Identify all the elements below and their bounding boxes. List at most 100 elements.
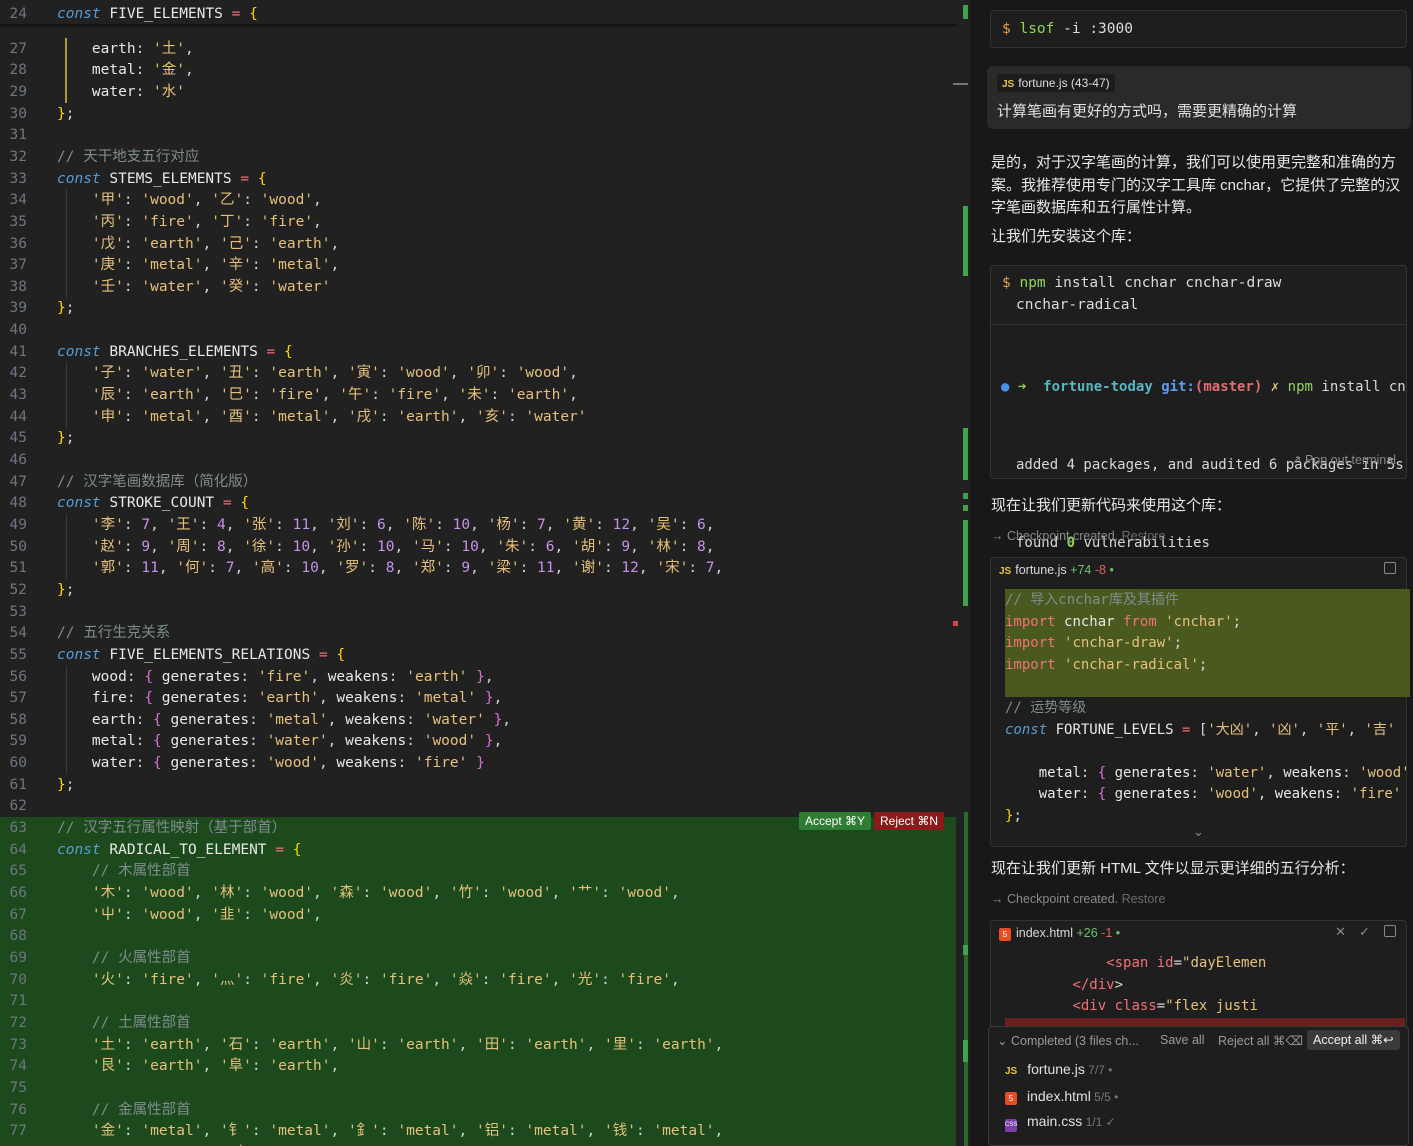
code-line-added[interactable]: 68 (0, 925, 956, 948)
code-line[interactable]: 28 metal: '金', (0, 59, 956, 82)
code-line[interactable]: 52}; (0, 579, 956, 601)
code-line[interactable]: 50 '赵': 9, '周': 8, '徐': 10, '孙': 10, '马'… (0, 535, 956, 558)
code-line[interactable]: 24 const FIVE_ELEMENTS = { (0, 3, 956, 25)
code-line[interactable]: 60 water: { generates: 'wood', weakens: … (0, 752, 956, 775)
diff-removed-count: -1 (1101, 926, 1113, 940)
code-line-added[interactable]: 74 '艮': 'earth', '阜': 'earth', (0, 1055, 956, 1078)
line-number: 44 (9, 408, 27, 425)
changed-files-list: JS fortune.js 7/7 • 5 index.html 5/5 • CSS ma… (1005, 1057, 1118, 1134)
code-editor[interactable]: 24 const FIVE_ELEMENTS = {27 earth: '土', 2… (0, 0, 970, 1146)
line-number: 33 (9, 170, 27, 187)
code-line[interactable]: 37 '庚': 'metal', '辛': 'metal', (0, 254, 956, 277)
line-number: 46 (9, 452, 27, 468)
completed-summary[interactable]: ⌄ Completed (3 files ch... (997, 1033, 1139, 1048)
code-text: const BRANCHES_ELEMENTS = { (57, 343, 293, 360)
code-line-added[interactable]: 65 // 木属性部首 (0, 860, 956, 883)
reject-change-button[interactable]: Reject ⌘N (874, 812, 945, 830)
diff-header: JS fortune.js +74 -8 • (999, 563, 1114, 577)
gutter-change-marker (963, 1040, 968, 1062)
code-line[interactable]: 56 wood: { generates: 'fire', weakens: '… (0, 665, 956, 688)
code-line[interactable]: 58 earth: { generates: 'metal', weakens:… (0, 708, 956, 731)
reject-all-button[interactable]: Reject all ⌘⌫ (1218, 1033, 1303, 1048)
changed-file-item[interactable]: 5 index.html 5/5 • (1005, 1084, 1118, 1109)
diff-added-count: +26 (1076, 926, 1098, 940)
code-line[interactable]: 34 '甲': 'wood', '乙': 'wood', (0, 189, 956, 212)
code-line[interactable]: 38 '壬': 'water', '癸': 'water' (0, 275, 956, 298)
code-line-added[interactable]: 69 // 火属性部首 (0, 946, 956, 969)
install-command-block[interactable]: $ npm install cnchar cnchar-draw cnchar-… (990, 265, 1407, 617)
code-line[interactable]: 59 metal: { generates: 'water', weakens:… (0, 730, 956, 753)
code-line[interactable]: 31 (0, 124, 956, 146)
code-line[interactable]: 27 earth: '土', (0, 37, 956, 60)
accept-all-button[interactable]: Accept all ⌘↩ (1307, 1030, 1400, 1050)
completed-changes-panel[interactable]: ⌄ Completed (3 files ch... Save all Reje… (988, 1026, 1409, 1146)
code-line[interactable]: 44 '申': 'metal', '酉': 'metal', '戌': 'ear… (0, 405, 956, 428)
code-line[interactable]: 46 (0, 449, 956, 471)
code-line[interactable]: 30}; (0, 103, 956, 125)
code-line-added[interactable]: 66 '木': 'wood', '林': 'wood', '森': 'wood'… (0, 882, 956, 904)
user-message[interactable]: JS fortune.js (43-47) 计算笔画有更好的方式吗，需要更精确的计… (987, 66, 1411, 129)
diff-block-index-html[interactable]: 5 index.html +26 -1 • ✕ ✓ <span id="dayEl… (990, 920, 1407, 1030)
code-line[interactable]: 33 const STEMS_ELEMENTS = { (0, 168, 956, 190)
code-line[interactable]: 40 (0, 319, 956, 341)
code-line[interactable]: 61}; (0, 774, 956, 796)
code-line[interactable]: 55 const FIVE_ELEMENTS_RELATIONS = { (0, 644, 956, 666)
line-number: 30 (9, 105, 27, 122)
line-number: 40 (9, 322, 27, 339)
command-name: lsof (1019, 21, 1055, 37)
save-all-button[interactable]: Save all (1160, 1033, 1204, 1047)
code-line-added[interactable]: 64 const RADICAL_TO_ELEMENT = { (0, 838, 956, 861)
code-line-added[interactable]: 73 '土': 'earth', '石': 'earth', '山': 'ear… (0, 1033, 956, 1056)
code-line-added[interactable]: 67 '屮': 'wood', '韭': 'wood', (0, 903, 956, 926)
line-number: 32 (9, 148, 27, 165)
code-line[interactable]: 51 '郭': 11, '何': 7, '高': 10, '罗': 8, '郑'… (0, 557, 956, 580)
changed-file-item[interactable]: JS fortune.js 7/7 • (1005, 1057, 1118, 1084)
code-line[interactable]: 45}; (0, 427, 956, 449)
accept-change-button[interactable]: Accept ⌘Y (799, 812, 872, 830)
code-line-added[interactable]: 77 '金': 'metal', '钅': 'metal', '釒': 'met… (0, 1120, 956, 1143)
code-line-added[interactable]: 75 (0, 1076, 956, 1099)
terminal-command-block[interactable]: $ lsof -i :3000 (990, 10, 1407, 48)
code-line[interactable]: 47 // 汉字笔画数据库（简化版） (0, 471, 956, 493)
code-line-added[interactable]: 70 '火': 'fire', '灬': 'fire', '炎': 'fire'… (0, 968, 956, 991)
check-icon[interactable]: ✓ (1359, 924, 1370, 940)
checkpoint-row: → Checkpoint created. Restore (991, 529, 1166, 543)
code-line[interactable]: 43 '辰': 'earth', '巳': 'fire', '午': 'fire… (0, 384, 956, 407)
diff-block-fortune-js[interactable]: JS fortune.js +74 -8 • // 导入cnchar库及其插件 im… (990, 557, 1410, 847)
assistant-reply-text: 是的，对于汉字笔画的计算，我们可以使用更完整和准确的方案。我推荐使用专门的汉字工… (991, 154, 1401, 216)
changed-file-item[interactable]: CSS main.css 1/1 ✓ (1005, 1109, 1118, 1134)
code-text: // 火属性部首 (91, 949, 191, 966)
code-line[interactable]: 53 (0, 601, 956, 623)
restore-link[interactable]: Restore (1122, 892, 1166, 906)
close-icon[interactable]: ✕ (1335, 924, 1346, 940)
code-text: wood: { generates: 'fire', weakens: 'ear… (91, 668, 494, 685)
gutter-change-marker (963, 5, 968, 19)
code-line[interactable]: 48 const STROKE_COUNT = { (0, 492, 956, 514)
code-line[interactable]: 57 fire: { generates: 'earth', weakens: … (0, 687, 956, 710)
code-line-added[interactable]: 76 // 金属性部首 (0, 1098, 956, 1121)
diff-header: 5 index.html +26 -1 • (999, 926, 1120, 941)
context-chip[interactable]: JS fortune.js (43-47) (997, 74, 1115, 92)
pop-out-terminal-button[interactable]: ↗ Pop out terminal (1291, 452, 1396, 467)
code-line[interactable]: 36 '戊': 'earth', '己': 'earth', (0, 232, 956, 255)
code-line[interactable]: 49 '李': 7, '王': 4, '张': 11, '刘': 6, '陈':… (0, 513, 956, 536)
code-line-added[interactable]: 71 (0, 990, 956, 1013)
scrollbar-thumb[interactable] (953, 83, 968, 85)
code-line[interactable]: 41 const BRANCHES_ELEMENTS = { (0, 341, 956, 363)
code-line[interactable]: 39}; (0, 297, 956, 319)
divider (991, 324, 1406, 325)
code-line[interactable]: 29 water: '水' (0, 80, 956, 103)
diff-line: <div class="flex justi (1072, 998, 1258, 1015)
code-line[interactable]: 42 '子': 'water', '丑': 'earth', '寅': 'woo… (0, 362, 956, 385)
code-line[interactable]: 32 // 天干地支五行对应 (0, 146, 956, 168)
restore-link[interactable]: Restore (1122, 529, 1166, 543)
open-file-icon[interactable] (1384, 562, 1396, 574)
code-line[interactable]: 35 '丙': 'fire', '丁': 'fire', (0, 210, 956, 233)
chevron-down-icon[interactable]: ⌄ (991, 824, 1406, 846)
error-marker (953, 621, 958, 626)
code-line-added[interactable]: 78 '刀': 'metal', '刂': 'metal', (0, 1141, 956, 1146)
line-number: 49 (9, 516, 27, 533)
code-line-added[interactable]: 72 // 土属性部首 (0, 1011, 956, 1034)
open-file-icon[interactable] (1384, 925, 1396, 937)
code-line[interactable]: 54 // 五行生克关系 (0, 622, 956, 644)
